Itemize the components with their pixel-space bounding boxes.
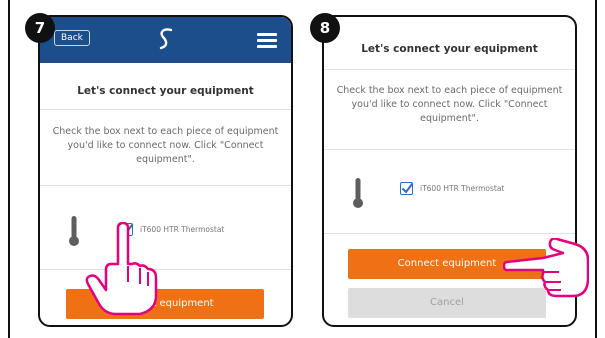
instruction-line: you'd like to connect now. Click "Connec… bbox=[351, 99, 548, 110]
divider bbox=[40, 269, 291, 270]
step-badge-7: 7 bbox=[25, 13, 55, 43]
pointing-hand-icon bbox=[85, 222, 158, 316]
divider bbox=[40, 109, 291, 110]
page-title: Let's connect your equipment bbox=[361, 43, 538, 55]
page-title: Let's connect your equipment bbox=[77, 85, 254, 97]
back-label: Back bbox=[61, 33, 83, 43]
instruction-line: equipment". bbox=[136, 154, 195, 165]
instruction-line: equipment". bbox=[420, 113, 479, 124]
instructions-text: Check the box next to each piece of equi… bbox=[324, 84, 575, 126]
cancel-label: Cancel bbox=[430, 297, 464, 308]
device-checkbox[interactable] bbox=[400, 182, 414, 195]
connect-label: Connect equipment bbox=[397, 258, 497, 269]
divider bbox=[324, 149, 575, 150]
instruction-line: Check the box next to each piece of equi… bbox=[52, 126, 279, 137]
thermometer-icon bbox=[353, 178, 363, 208]
app-header: Back bbox=[40, 17, 291, 63]
frame-left-line bbox=[8, 0, 10, 338]
instructions-text: Check the box next to each piece of equi… bbox=[40, 125, 291, 167]
pointing-hand-icon bbox=[503, 238, 589, 298]
step-badge-8: 8 bbox=[310, 13, 340, 43]
divider bbox=[324, 233, 575, 234]
divider bbox=[324, 69, 575, 70]
app-logo-icon bbox=[159, 28, 172, 50]
back-button[interactable]: Back bbox=[54, 30, 90, 46]
thermometer-icon bbox=[69, 216, 79, 246]
instruction-line: Check the box next to each piece of equi… bbox=[336, 85, 563, 96]
step-number: 8 bbox=[319, 19, 331, 37]
instruction-line: you'd like to connect now. Click "Connec… bbox=[67, 140, 264, 151]
divider bbox=[40, 185, 291, 186]
hamburger-menu-icon[interactable] bbox=[257, 33, 277, 48]
device-label: iT600 HTR Thermostat bbox=[420, 184, 505, 193]
checkmark-icon bbox=[401, 182, 414, 194]
step-number: 7 bbox=[34, 19, 46, 37]
phone-screen-step-7: Back Let's connect your equipment Check … bbox=[38, 15, 293, 327]
frame-right-line bbox=[595, 0, 597, 338]
